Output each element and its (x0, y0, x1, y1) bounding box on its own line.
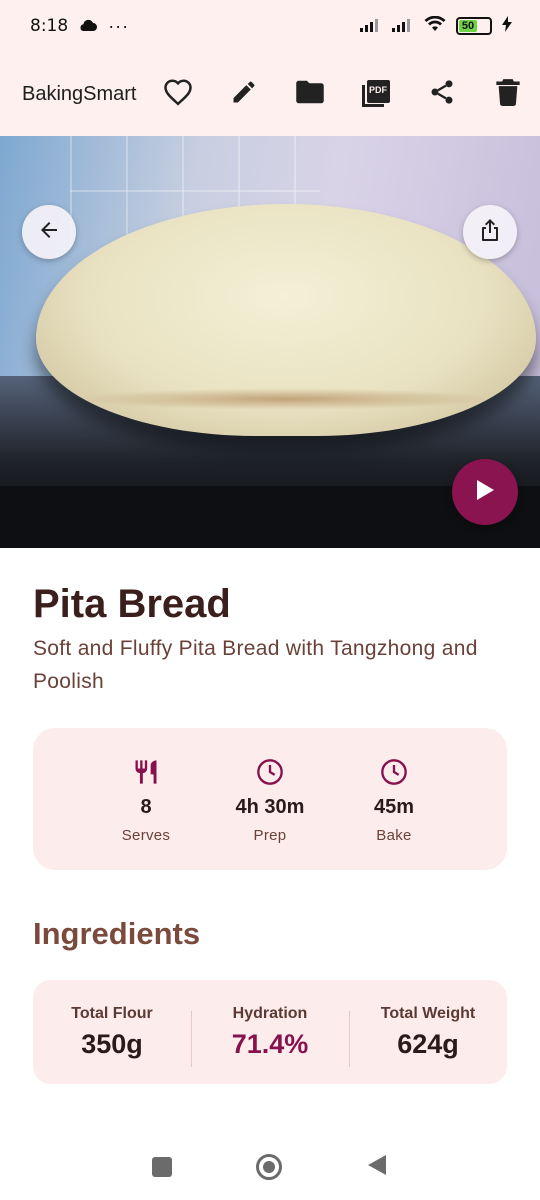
summary-total-flour: Total Flour 350g (33, 1005, 191, 1060)
home-button[interactable] (256, 1154, 282, 1180)
cloud-icon (78, 16, 98, 37)
status-time: 8:18 (30, 16, 69, 36)
folder-button[interactable] (277, 64, 343, 124)
pencil-icon (230, 78, 258, 111)
heart-icon (163, 78, 193, 111)
signal-icon-2 (392, 16, 414, 37)
system-nav-bar (0, 1134, 540, 1200)
stat-value: 8 (140, 796, 152, 818)
pdf-icon: PDF (361, 79, 391, 109)
summary-total-weight: Total Weight 624g (349, 1004, 507, 1067)
recents-button[interactable] (152, 1157, 172, 1177)
stat-value: 4h 30m (235, 796, 305, 818)
play-icon (475, 479, 495, 506)
signal-icon (360, 16, 382, 37)
share-image-button[interactable] (463, 205, 517, 259)
favorite-button[interactable] (145, 64, 211, 124)
summary-label: Hydration (232, 1004, 308, 1022)
stat-serves: 8 Serves (84, 756, 208, 870)
battery-level: 50 (459, 20, 477, 32)
play-video-button[interactable] (452, 459, 518, 525)
ingredients-summary-card: Total Flour 350g Hydration 71.4% Total W… (33, 980, 507, 1084)
export-pdf-button[interactable]: PDF (343, 64, 409, 124)
stat-value: 45m (373, 796, 415, 818)
recipe-subtitle: Soft and Fluffy Pita Bread with Tangzhon… (33, 637, 478, 693)
status-bar: 8:18 ··· 50 (0, 0, 540, 52)
delete-button[interactable] (475, 64, 540, 124)
stat-label: Serves (121, 827, 171, 844)
cutlery-icon (132, 756, 160, 788)
back-button[interactable] (22, 205, 76, 259)
edit-button[interactable] (211, 64, 277, 124)
summary-value: 624g (397, 1028, 459, 1059)
folder-icon (295, 79, 325, 110)
share-icon (428, 78, 456, 111)
stat-bake: 45m Bake (332, 756, 456, 870)
charging-icon (502, 15, 512, 37)
recipe-title: Pita Bread (33, 582, 231, 626)
pdf-icon-label: PDF (369, 85, 387, 95)
more-notifications-icon: ··· (108, 15, 130, 36)
wifi-icon (424, 15, 446, 37)
arrow-left-icon (37, 218, 61, 247)
trash-icon (495, 78, 520, 111)
recipe-stats-card: 8 Serves 4h 30m Prep 45m Bake (33, 728, 507, 870)
stat-prep: 4h 30m Prep (208, 756, 332, 870)
battery-icon: 50 (456, 17, 492, 35)
summary-value: 350g (81, 1028, 143, 1059)
stat-label: Bake (376, 827, 412, 844)
summary-label: Total Weight (380, 1004, 476, 1022)
summary-hydration: Hydration 71.4% (191, 1004, 349, 1067)
summary-value: 71.4% (231, 1028, 309, 1059)
clock-icon (380, 756, 408, 788)
share-upload-icon (479, 218, 501, 247)
summary-label: Total Flour (71, 1004, 153, 1022)
back-nav-button[interactable] (366, 1153, 388, 1182)
stat-label: Prep (253, 827, 287, 844)
app-brand: BakingSmart (22, 82, 137, 105)
clock-icon (256, 756, 284, 788)
share-button[interactable] (409, 64, 475, 124)
app-bar: BakingSmart PDF (0, 52, 540, 136)
ingredients-heading: Ingredients (33, 916, 201, 951)
